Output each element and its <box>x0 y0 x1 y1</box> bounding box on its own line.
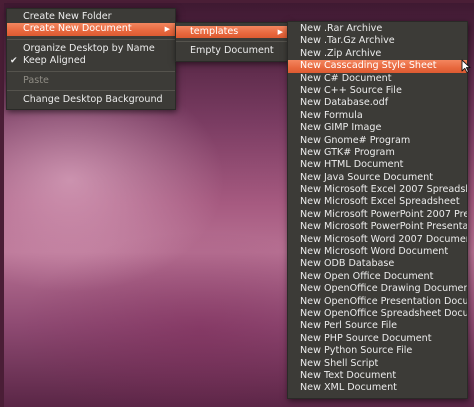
context-menu-item-change-desktop-background[interactable]: Change Desktop Background <box>7 94 175 106</box>
menu-item-label: New Java Source Document <box>300 171 433 183</box>
menu-item-label: Create New Folder <box>23 11 112 22</box>
template-item-new-html-document[interactable]: New HTML Document <box>288 159 467 171</box>
templates-submenu: New .Rar Archive New .Tar.Gz Archive New .… <box>287 21 468 399</box>
context-menu-item-keep-aligned[interactable]: ✔ Keep Aligned <box>7 55 175 67</box>
menu-item-label: New .Zip Archive <box>300 47 382 59</box>
template-item-new-microsoft-powerpoint-presentation[interactable]: New Microsoft PowerPoint Presentation <box>288 221 467 233</box>
template-item-new-openoffice-presentation-document[interactable]: New OpenOffice Presentation Document <box>288 296 467 308</box>
template-item-new-casscading-style-sheet[interactable]: New Casscading Style Sheet <box>288 60 467 73</box>
template-item-new-openoffice-spreadsheet-document[interactable]: New OpenOffice Spreadsheet Document <box>288 308 467 320</box>
menu-item-label: New Open Office Document <box>300 270 434 282</box>
new-document-item-empty-document[interactable]: Empty Document <box>176 45 288 57</box>
check-icon: ✔ <box>10 56 18 67</box>
menu-item-label: New Microsoft Word Document <box>300 246 449 258</box>
menu-item-label: New Shell Script <box>300 357 379 369</box>
create-new-document-submenu: templates ▶ Empty Document <box>175 22 289 62</box>
template-item-new-text-document[interactable]: New Text Document <box>288 370 467 382</box>
menu-item-label: templates <box>190 26 239 37</box>
menu-item-label: New C# Document <box>300 72 392 84</box>
menu-item-label: New .Tar.Gz Archive <box>300 35 395 47</box>
menu-item-label: New HTML Document <box>300 159 404 171</box>
menu-item-label: New GTK# Program <box>300 146 395 158</box>
menu-item-label: New Microsoft Excel Spreadsheet <box>300 196 460 208</box>
menu-item-label: New OpenOffice Spreadsheet Document <box>300 307 467 319</box>
menu-item-label: New .Rar Archive <box>300 23 383 34</box>
menu-item-label: Change Desktop Background <box>23 93 163 105</box>
template-item-new-openoffice-drawing-document[interactable]: New OpenOffice Drawing Document <box>288 283 467 295</box>
new-document-item-templates[interactable]: templates ▶ <box>176 26 288 39</box>
template-item-new-open-office-document[interactable]: New Open Office Document <box>288 271 467 283</box>
context-menu-item-paste: Paste <box>7 75 175 87</box>
template-item-new-c-source-file[interactable]: New C++ Source File <box>288 85 467 97</box>
menu-item-label: New ODB Database <box>300 258 395 270</box>
menu-item-label: New XML Document <box>300 382 397 394</box>
menu-item-label: New Gnome# Program <box>300 134 411 146</box>
template-item-new-gnome-program[interactable]: New Gnome# Program <box>288 135 467 147</box>
template-item-new-python-source-file[interactable]: New Python Source File <box>288 345 467 357</box>
menu-item-label: New Microsoft PowerPoint Presentation <box>300 221 467 233</box>
menu-item-label: New OpenOffice Drawing Document <box>300 283 467 295</box>
template-item-new-c-document[interactable]: New C# Document <box>288 73 467 85</box>
menu-item-label: Keep Aligned <box>23 55 86 67</box>
template-item-new-microsoft-word-document[interactable]: New Microsoft Word Document <box>288 246 467 258</box>
template-item-new-formula[interactable]: New Formula <box>288 110 467 122</box>
menu-item-label: New Database.odf <box>300 97 389 109</box>
template-item-new-database-odf[interactable]: New Database.odf <box>288 97 467 109</box>
context-menu-item-create-new-document[interactable]: Create New Document ▶ <box>7 23 175 36</box>
template-item-new-gimp-image[interactable]: New GIMP Image <box>288 122 467 134</box>
menu-item-label: New Text Document <box>300 369 397 381</box>
menu-item-label: New Perl Source File <box>300 320 398 332</box>
template-item-new-rar-archive[interactable]: New .Rar Archive <box>288 23 467 35</box>
menu-item-label: Organize Desktop by Name <box>23 42 155 54</box>
template-item-new-xml-document[interactable]: New XML Document <box>288 382 467 394</box>
menu-item-label: New GIMP Image <box>300 122 382 134</box>
template-item-new-perl-source-file[interactable]: New Perl Source File <box>288 320 467 332</box>
template-item-new-microsoft-powerpoint-2007-presente[interactable]: New Microsoft PowerPoint 2007 Presente..… <box>288 209 467 221</box>
template-item-new-odb-database[interactable]: New ODB Database <box>288 258 467 270</box>
menu-item-label: Paste <box>23 74 49 86</box>
menu-item-label: New Casscading Style Sheet <box>300 60 437 72</box>
menu-item-label: New Python Source File <box>300 345 413 357</box>
template-item-new-shell-script[interactable]: New Shell Script <box>288 358 467 370</box>
template-item-new-php-source-document[interactable]: New PHP Source Document <box>288 333 467 345</box>
menu-item-label: New OpenOffice Presentation Document <box>300 295 467 307</box>
menu-item-label: New Microsoft Word 2007 Document <box>300 233 467 245</box>
menu-item-label: New Microsoft PowerPoint 2007 Presente..… <box>300 208 467 220</box>
template-item-new-microsoft-excel-spreadsheet[interactable]: New Microsoft Excel Spreadsheet <box>288 196 467 208</box>
menu-separator <box>176 41 288 43</box>
menu-item-label: New Microsoft Excel 2007 Spreadsheet <box>300 184 467 196</box>
menu-item-label: Empty Document <box>190 45 274 57</box>
context-menu-item-organize-desktop-by-name[interactable]: Organize Desktop by Name <box>7 43 175 55</box>
context-menu-item-create-new-folder[interactable]: Create New Folder <box>7 11 175 23</box>
template-item-new-zip-archive[interactable]: New .Zip Archive <box>288 48 467 60</box>
template-item-new-microsoft-word-2007-document[interactable]: New Microsoft Word 2007 Document <box>288 234 467 246</box>
template-item-new-tar-gz-archive[interactable]: New .Tar.Gz Archive <box>288 35 467 47</box>
template-item-new-gtk-program[interactable]: New GTK# Program <box>288 147 467 159</box>
menu-item-label: New PHP Source Document <box>300 332 432 344</box>
mouse-pointer-icon <box>461 59 471 73</box>
template-item-new-java-source-document[interactable]: New Java Source Document <box>288 172 467 184</box>
menu-separator <box>7 89 175 91</box>
menu-item-label: Create New Document <box>23 23 132 35</box>
submenu-arrow-icon: ▶ <box>164 25 170 34</box>
menu-item-label: New C++ Source File <box>300 84 402 96</box>
template-item-new-microsoft-excel-2007-spreadsheet[interactable]: New Microsoft Excel 2007 Spreadsheet <box>288 184 467 196</box>
menu-separator <box>7 38 175 40</box>
desktop-context-menu: Create New Folder Create New Document ▶ Org… <box>6 8 176 111</box>
menu-item-label: New Formula <box>300 109 363 121</box>
menu-separator <box>7 70 175 72</box>
submenu-arrow-icon: ▶ <box>277 28 283 36</box>
